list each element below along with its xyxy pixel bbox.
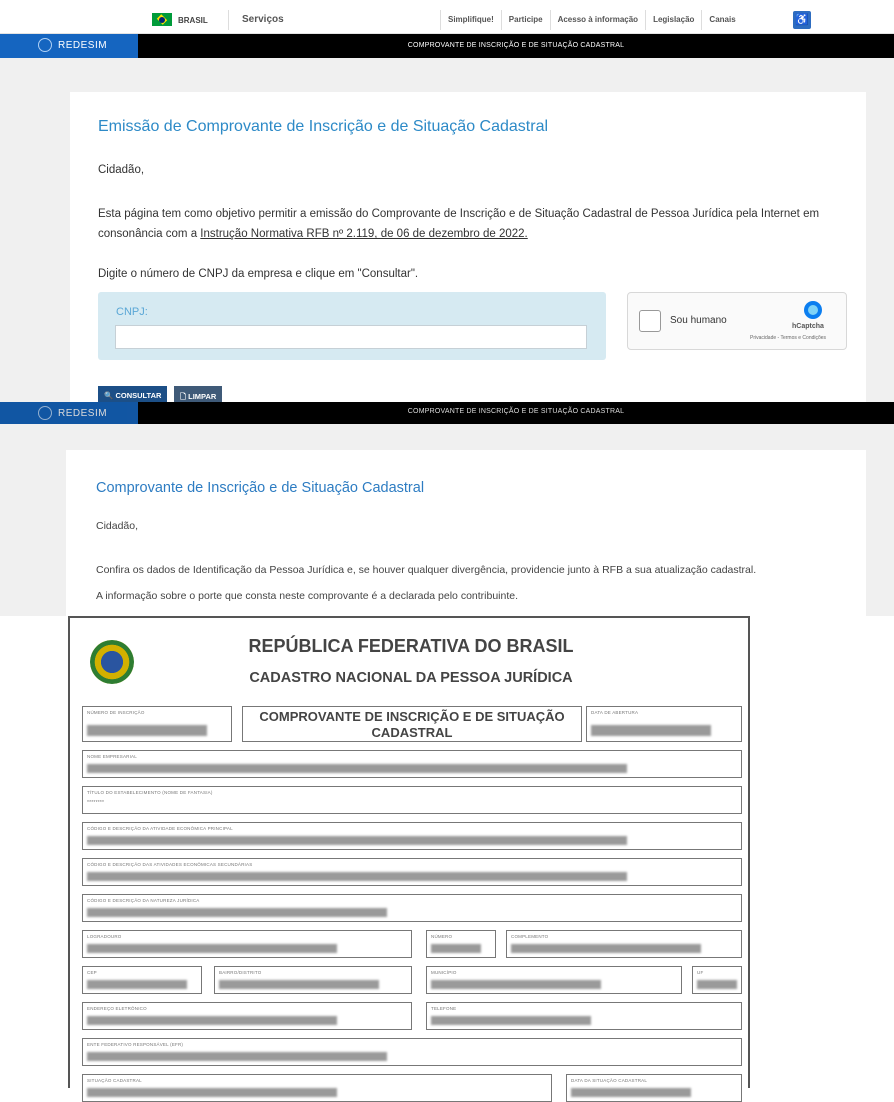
nav-participe[interactable]: Participe — [500, 10, 550, 30]
servicos-link[interactable]: Serviços — [242, 14, 284, 25]
field-logradouro: LOGRADOURO — [82, 930, 412, 958]
result-title: Comprovante de Inscrição e de Situação C… — [96, 480, 425, 496]
page-title: Emissão de Comprovante de Inscrição e de… — [98, 118, 549, 135]
accessibility-icon[interactable]: ♿ — [793, 11, 811, 29]
site-header: REDESIM COMPROVANTE DE INSCRIÇÃO E DE SI… — [0, 34, 894, 58]
field-municipio: MUNICÍPIO — [426, 966, 682, 994]
captcha-label: Sou humano — [670, 315, 727, 326]
field-efr: ENTE FEDERATIVO RESPONSÁVEL (EFR) — [82, 1038, 742, 1066]
field-titulo-estabelecimento: TÍTULO DO ESTABELECIMENTO (NOME DE FANTA… — [82, 786, 742, 814]
cnpj-panel: CNPJ: — [98, 292, 606, 360]
divider — [228, 10, 229, 30]
field-numero: NÚMERO — [426, 930, 496, 958]
nav-legislacao[interactable]: Legislação — [645, 10, 701, 30]
brasil-link[interactable]: BRASIL — [178, 16, 208, 25]
captcha-brand: hCaptcha — [792, 323, 824, 330]
header-title: COMPROVANTE DE INSCRIÇÃO E DE SITUAÇÃO C… — [407, 42, 625, 49]
result-greeting: Cidadão, — [96, 520, 139, 532]
field-complemento: COMPLEMENTO — [506, 930, 742, 958]
field-bairro: BAIRRO/DISTRITO — [214, 966, 412, 994]
cnpj-label: CNPJ: — [116, 306, 148, 318]
cnpj-document: REPÚBLICA FEDERATIVA DO BRASIL CADASTRO … — [68, 616, 750, 1102]
comprovante-title: COMPROVANTE DE INSCRIÇÃO E DE SITUAÇÃO C… — [242, 706, 582, 742]
field-data-situacao: DATA DA SITUAÇÃO CADASTRAL — [566, 1074, 742, 1102]
field-numero-inscricao: NÚMERO DE INSCRIÇÃO — [82, 706, 232, 742]
field-telefone: TELEFONE — [426, 1002, 742, 1030]
redesim-logo[interactable]: REDESIM — [0, 402, 138, 424]
field-atividades-secundarias: CÓDIGO E DESCRIÇÃO DAS ATIVIDADES ECONÔM… — [82, 858, 742, 886]
field-uf: UF — [692, 966, 742, 994]
nav-simplifique[interactable]: Simplifique! — [440, 10, 501, 30]
result-line2: A informação sobre o porte que consta ne… — [96, 590, 519, 602]
globe-icon — [38, 406, 52, 420]
gov-bar: BRASIL Serviços Simplifique! Participe A… — [0, 0, 894, 34]
brazil-flag-icon[interactable] — [152, 13, 172, 26]
greeting: Cidadão, — [98, 164, 145, 176]
nav-acesso-informacao[interactable]: Acesso à informação — [549, 10, 645, 30]
field-email: ENDEREÇO ELETRÔNICO — [82, 1002, 412, 1030]
hcaptcha-widget: Sou humano hCaptcha Privacidade - Termos… — [627, 292, 847, 350]
result-line1: Confira os dados de Identificação da Pes… — [96, 564, 757, 576]
field-natureza-juridica: CÓDIGO E DESCRIÇÃO DA NATUREZA JURÍDICA — [82, 894, 742, 922]
document-icon: 🗋 — [180, 392, 187, 401]
search-icon: 🔍 — [104, 391, 114, 400]
intro-text: Esta página tem como objetivo permitir a… — [98, 208, 820, 240]
cnpj-input[interactable] — [115, 325, 587, 349]
doc-subtitle: CADASTRO NACIONAL DA PESSOA JURÍDICA — [249, 670, 573, 686]
instrucao-normativa-link[interactable]: Instrução Normativa RFB nº 2.119, de 06 … — [200, 228, 527, 240]
result-header-title: COMPROVANTE DE INSCRIÇÃO E DE SITUAÇÃO C… — [407, 408, 625, 415]
redesim-logo[interactable]: REDESIM — [0, 34, 138, 58]
hcaptcha-logo-icon — [804, 301, 822, 319]
field-cep: CEP — [82, 966, 202, 994]
globe-icon — [38, 38, 52, 52]
instruction-text: Digite o número de CNPJ da empresa e cli… — [98, 268, 419, 280]
gov-nav: Simplifique! Participe Acesso à informaç… — [440, 10, 743, 30]
captcha-checkbox[interactable] — [639, 310, 661, 332]
captcha-terms-link[interactable]: Privacidade - Termos e Condições — [750, 335, 826, 341]
field-situacao-cadastral: SITUAÇÃO CADASTRAL — [82, 1074, 552, 1102]
field-atividade-principal: CÓDIGO E DESCRIÇÃO DA ATIVIDADE ECONÔMIC… — [82, 822, 742, 850]
field-nome-empresarial: NOME EMPRESARIAL — [82, 750, 742, 778]
doc-title: REPÚBLICA FEDERATIVA DO BRASIL — [248, 636, 574, 656]
result-header: REDESIM COMPROVANTE DE INSCRIÇÃO E DE SI… — [0, 402, 894, 424]
nav-canais[interactable]: Canais — [701, 10, 742, 30]
field-data-abertura: DATA DE ABERTURA — [586, 706, 742, 742]
